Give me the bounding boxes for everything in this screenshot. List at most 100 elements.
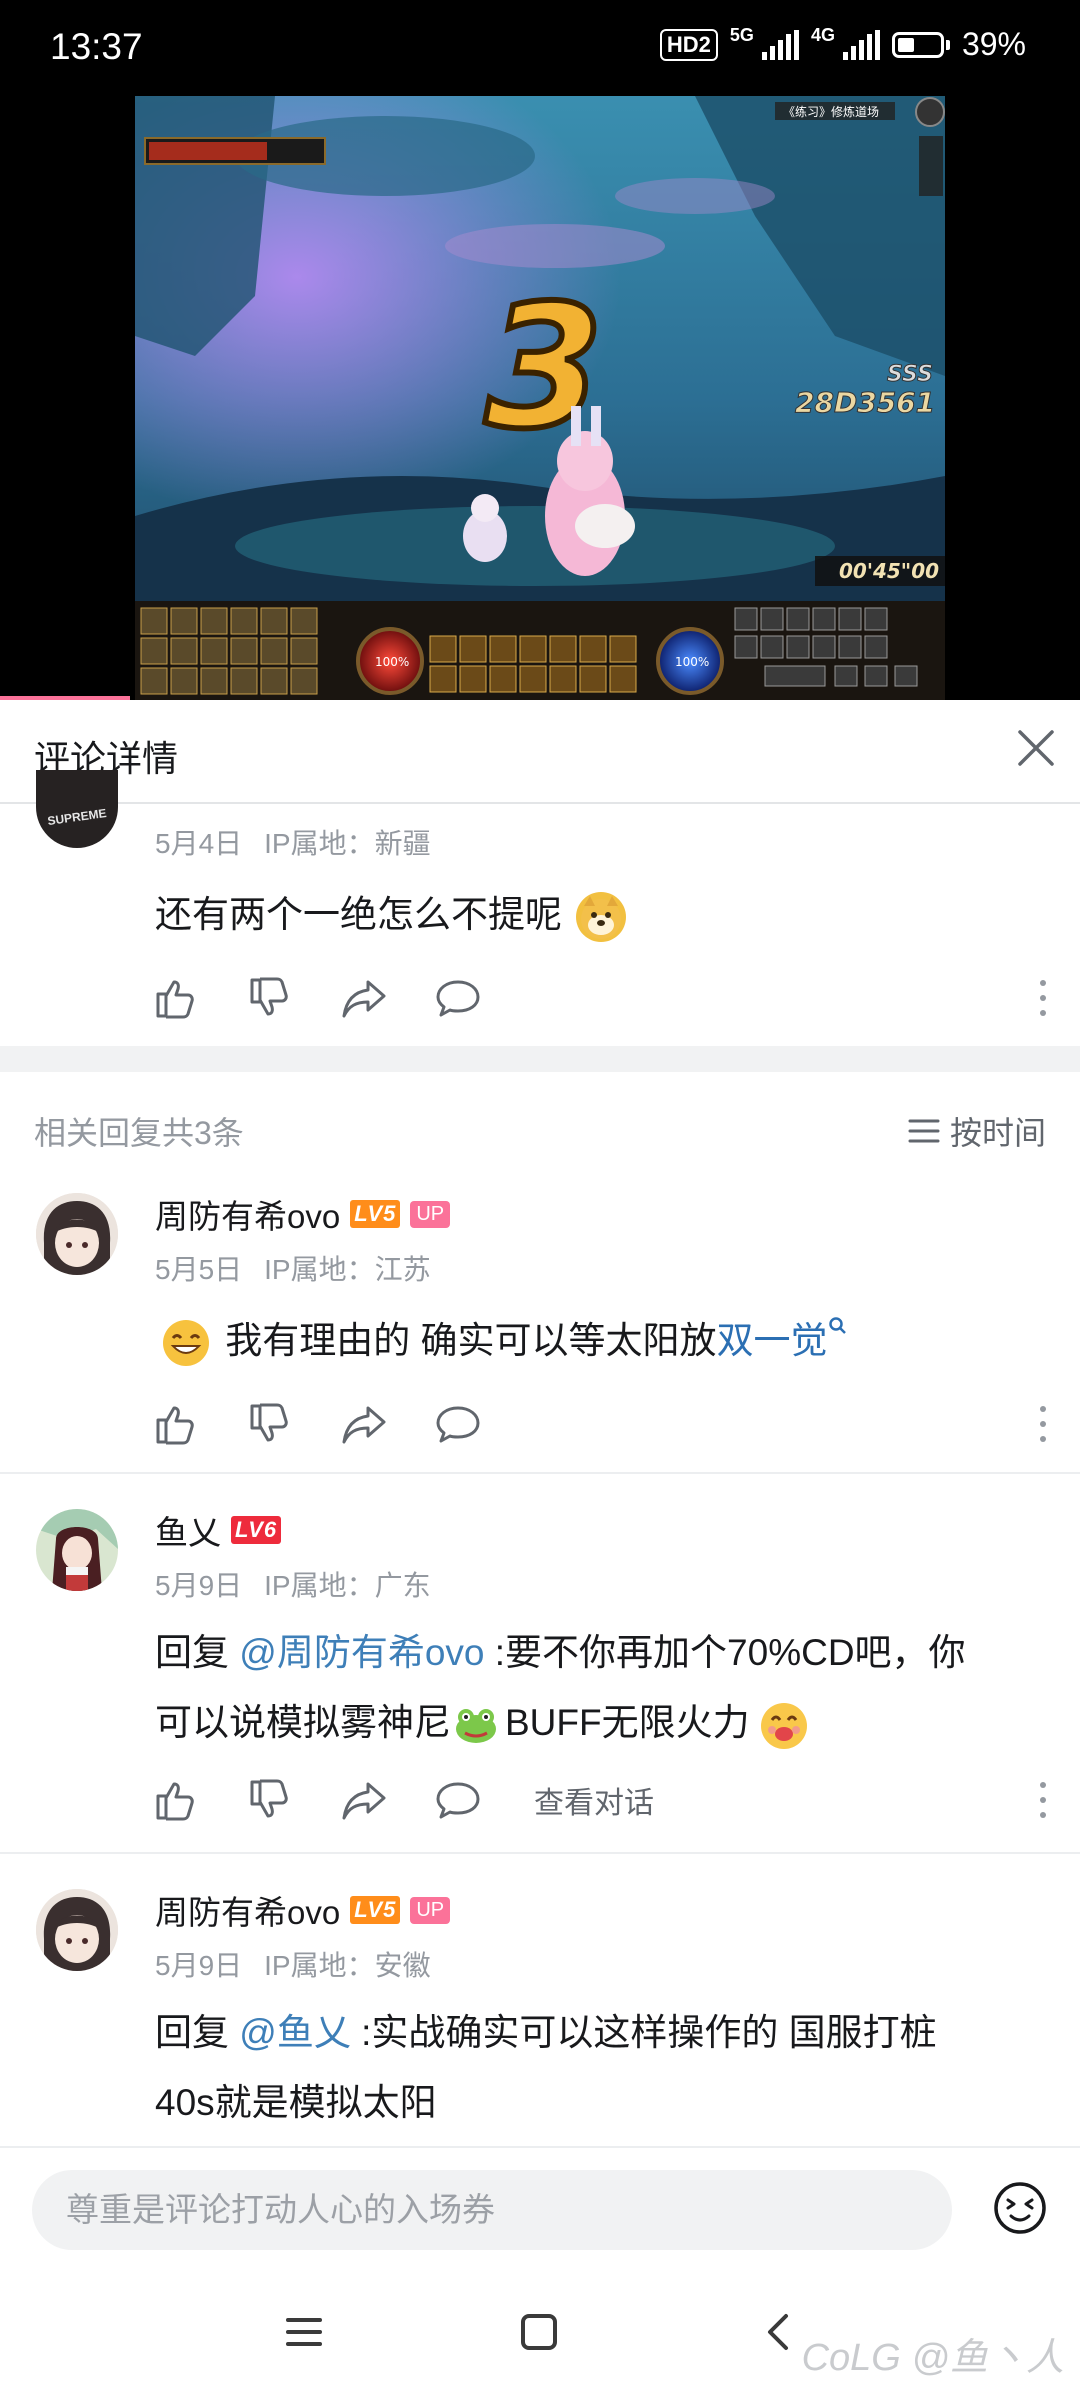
avatar-text: SUPREME bbox=[46, 805, 108, 829]
reply-icon[interactable] bbox=[434, 974, 482, 1022]
share-icon[interactable] bbox=[340, 1776, 388, 1824]
comment-meta: 5月4日 IP属地：新疆 bbox=[155, 822, 453, 862]
video-frame[interactable]: 《练习》修炼道场 3 SSS 28D3561 00'45"00 100% 100… bbox=[135, 96, 945, 700]
comment-actions bbox=[152, 974, 528, 1022]
reply-text-body: :要不你再加个70%CD吧，你 bbox=[484, 1632, 966, 1673]
dislike-icon[interactable] bbox=[246, 974, 294, 1022]
signal-icon-2 bbox=[842, 29, 880, 60]
related-replies-count: 相关回复共3条 bbox=[34, 1115, 244, 1151]
rank-label: SSS bbox=[887, 362, 933, 387]
reply-text-line-1: 回复 @鱼乂 :实战确实可以这样操作的 国服打桩 bbox=[155, 1998, 1035, 2068]
avatar[interactable] bbox=[36, 1889, 118, 1971]
username[interactable]: 鱼乂 bbox=[155, 1506, 221, 1554]
reply-date: 5月9日 bbox=[155, 1570, 243, 1601]
sort-label: 按时间 bbox=[949, 1115, 1046, 1151]
search-link[interactable]: 双一觉 bbox=[717, 1320, 828, 1361]
comment-input[interactable]: 尊重是评论打动人心的入场券 bbox=[32, 2170, 952, 2250]
reply-prefix: 回复 bbox=[155, 1632, 240, 1673]
comment-ip: IP属地：新疆 bbox=[264, 828, 431, 859]
avatar[interactable]: SUPREME bbox=[36, 770, 118, 848]
hp-label: 100% bbox=[375, 655, 409, 669]
reply-ip: IP属地：安徽 bbox=[264, 1950, 431, 1981]
reply-text-body: 我有理由的 确实可以等太阳放 bbox=[225, 1320, 717, 1361]
view-conversation-button[interactable]: 查看对话 bbox=[534, 1778, 654, 1822]
like-icon[interactable] bbox=[152, 974, 200, 1022]
reply-meta: 5月5日 IP属地：江苏 bbox=[155, 1248, 453, 1288]
comment-detail-header: 评论详情 bbox=[0, 700, 1080, 804]
reply-date: 5月5日 bbox=[155, 1254, 243, 1285]
network-5g-label: 5G bbox=[729, 25, 754, 45]
up-badge: UP bbox=[410, 1896, 451, 1924]
level-badge: LV6 bbox=[231, 1516, 282, 1544]
share-icon[interactable] bbox=[340, 974, 388, 1022]
sort-list-icon bbox=[908, 1119, 940, 1143]
mp-label: 100% bbox=[675, 655, 709, 669]
reply-text-body-2a: 可以说模拟雾神尼 bbox=[155, 1702, 451, 1743]
more-icon[interactable] bbox=[1038, 978, 1048, 1018]
reply-text-body-2b: BUFF无限火力 bbox=[505, 1702, 750, 1743]
reply-text: 我有理由的 确实可以等太阳放双一觉 bbox=[155, 1306, 848, 1376]
comment-text: 还有两个一绝怎么不提呢 bbox=[155, 880, 630, 950]
reply-ip: IP属地：江苏 bbox=[264, 1254, 431, 1285]
watermark: CoLG @鱼丶人 bbox=[801, 2337, 1064, 2379]
username[interactable]: 周防有希ovo bbox=[155, 1190, 340, 1238]
avatar[interactable] bbox=[36, 1509, 118, 1591]
reply-ip: IP属地：广东 bbox=[264, 1570, 431, 1601]
menu-icon[interactable] bbox=[284, 2312, 324, 2352]
back-icon[interactable] bbox=[758, 2312, 798, 2352]
section-divider bbox=[0, 1046, 1080, 1072]
battery-icon bbox=[891, 31, 944, 58]
reply-text-body: :实战确实可以这样操作的 国服打桩 bbox=[350, 2012, 937, 2053]
drool-emoji-icon bbox=[758, 1700, 808, 1750]
username-row: 鱼乂 LV6 bbox=[155, 1506, 282, 1554]
up-badge: UP bbox=[410, 1200, 451, 1228]
sort-button[interactable]: 按时间 bbox=[908, 1108, 1046, 1154]
reply-actions: 查看对话 bbox=[152, 1776, 654, 1824]
status-indicators: HD2 5G 4G 39% bbox=[659, 25, 1026, 63]
video-player[interactable]: 《练习》修炼道场 3 SSS 28D3561 00'45"00 100% 100… bbox=[0, 96, 1080, 700]
close-icon[interactable] bbox=[1014, 726, 1058, 770]
more-icon[interactable] bbox=[1038, 1404, 1048, 1444]
username-row: 周防有希ovo LV5 UP bbox=[155, 1190, 451, 1238]
reply-text-line-2: 40s就是模拟太阳 bbox=[155, 2082, 437, 2123]
hd-badge: HD2 bbox=[659, 28, 718, 61]
system-nav-bar: CoLG @鱼丶人 bbox=[0, 2262, 1080, 2401]
home-icon[interactable] bbox=[519, 2312, 559, 2352]
dislike-icon[interactable] bbox=[246, 1400, 294, 1448]
reply-meta: 5月9日 IP属地：广东 bbox=[155, 1564, 453, 1604]
reply-text-line-1: 回复 @周防有希ovo :要不你再加个70%CD吧，你 bbox=[155, 1618, 1035, 1688]
timer-label: 00'45"00 bbox=[839, 559, 939, 583]
avatar[interactable] bbox=[36, 1193, 118, 1275]
share-icon[interactable] bbox=[340, 1400, 388, 1448]
comment-text-body: 还有两个一绝怎么不提呢 bbox=[155, 894, 562, 935]
status-time: 13:37 bbox=[50, 26, 143, 67]
emoji-icon[interactable] bbox=[992, 2180, 1048, 2236]
more-icon[interactable] bbox=[1038, 1780, 1048, 1820]
reply-icon[interactable] bbox=[434, 1400, 482, 1448]
comment-date: 5月4日 bbox=[155, 828, 243, 859]
mention-link[interactable]: @周防有希ovo bbox=[239, 1632, 484, 1673]
divider bbox=[0, 1852, 1080, 1854]
search-icon[interactable] bbox=[828, 1316, 848, 1336]
battery-cap bbox=[945, 39, 950, 50]
network-4g-label: 4G bbox=[810, 25, 835, 45]
reply-prefix: 回复 bbox=[155, 2012, 240, 2053]
reply-icon[interactable] bbox=[434, 1776, 482, 1824]
like-icon[interactable] bbox=[152, 1776, 200, 1824]
reply-date: 5月9日 bbox=[155, 1950, 243, 1981]
game-scene: 《练习》修炼道场 3 SSS 28D3561 00'45"00 100% 100… bbox=[135, 96, 945, 700]
level-badge: LV5 bbox=[350, 1200, 401, 1228]
signal-icon bbox=[761, 29, 799, 60]
username-row: 周防有希ovo LV5 UP bbox=[155, 1886, 451, 1934]
reply-meta: 5月9日 IP属地：安徽 bbox=[155, 1944, 453, 1984]
divider bbox=[0, 1472, 1080, 1474]
frog-emoji-icon bbox=[453, 1700, 503, 1750]
score-label: 28D3561 bbox=[795, 386, 935, 419]
comment-input-bar: 尊重是评论打动人心的入场券 bbox=[0, 2146, 1080, 2264]
mention-link[interactable]: @鱼乂 bbox=[239, 2012, 351, 2053]
status-bar: 13:37 HD2 5G 4G 39% bbox=[0, 0, 1080, 96]
username[interactable]: 周防有希ovo bbox=[155, 1886, 340, 1934]
dislike-icon[interactable] bbox=[246, 1776, 294, 1824]
reply-text-line-2: 可以说模拟雾神尼 BUFF无限火力 bbox=[155, 1688, 1035, 1758]
like-icon[interactable] bbox=[152, 1400, 200, 1448]
